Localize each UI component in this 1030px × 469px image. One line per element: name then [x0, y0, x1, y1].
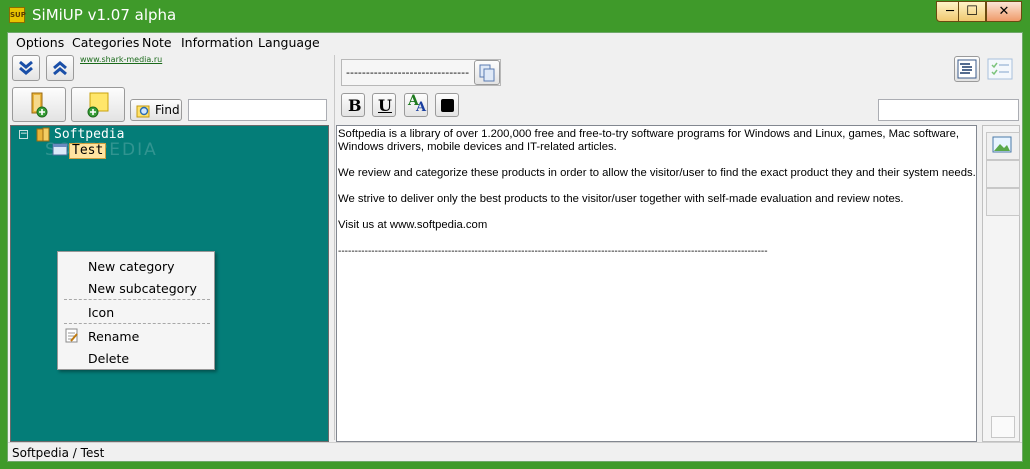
attachment-slot[interactable] [986, 188, 1020, 216]
note-paragraph: We strive to deliver only the best produ… [338, 193, 904, 205]
copy-button[interactable] [474, 60, 500, 85]
font-icon: A [416, 100, 427, 115]
copy-icon [479, 64, 495, 82]
collapse-all-button[interactable] [46, 55, 74, 81]
underline-icon: U [378, 96, 392, 115]
menu-note[interactable]: Note [142, 35, 172, 50]
bold-button[interactable]: B [341, 93, 365, 117]
menu-separator [64, 299, 210, 300]
app-client-area: Options Categories Note Information Lang… [7, 32, 1023, 462]
window-title: SiMiUP v1.07 alpha [32, 6, 177, 24]
menu-categories[interactable]: Categories [72, 35, 139, 50]
font-button[interactable]: A A [404, 93, 428, 117]
note-search-input[interactable] [878, 99, 1019, 121]
menu-information[interactable]: Information [181, 35, 253, 50]
note-paragraph: We review and categorize these products … [338, 167, 976, 179]
note-paragraph: Softpedia is a library of over 1.200,000… [338, 128, 959, 140]
bold-icon: B [348, 96, 362, 115]
note-editor[interactable]: Softpedia is a library of over 1.200,000… [336, 125, 977, 442]
add-category-button[interactable] [12, 87, 66, 122]
category-tree[interactable]: SOFTPEDIA − Softpedia Test New category … [10, 125, 329, 442]
close-button[interactable]: ✕ [986, 1, 1022, 22]
list-view-icon [957, 59, 977, 79]
menu-item-new-category[interactable]: New category [88, 259, 174, 274]
text-color-button[interactable] [435, 93, 459, 117]
website-link[interactable]: www.shark-media.ru [80, 55, 162, 64]
insert-image-button[interactable] [986, 132, 1020, 160]
add-folder-icon [31, 92, 48, 118]
note-paragraph: Windows drivers, mobile devices and IT-r… [338, 141, 617, 153]
find-button[interactable]: Find [130, 99, 182, 121]
menu-item-icon[interactable]: Icon [88, 305, 114, 320]
check-list-icon [987, 58, 1013, 80]
menu-item-delete[interactable]: Delete [88, 351, 129, 366]
image-icon [992, 136, 1012, 153]
status-bar: Softpedia / Test [8, 442, 1022, 462]
menu-bar: Options Categories Note Information Lang… [8, 33, 1022, 53]
note-divider-line: ----------------------------------------… [338, 246, 768, 257]
attachment-panel [982, 125, 1020, 442]
add-note-button[interactable] [71, 87, 125, 122]
context-menu: New category New subcategory Icon Rename… [57, 251, 215, 370]
expand-all-button[interactable] [12, 55, 40, 81]
menu-options[interactable]: Options [16, 35, 64, 50]
collapse-up-icon [53, 61, 67, 76]
folder-icon [36, 127, 50, 142]
find-label: Find [155, 103, 180, 117]
attachment-slot[interactable] [986, 160, 1020, 188]
underline-button[interactable]: U [372, 93, 396, 117]
note-node-icon [52, 143, 68, 156]
app-icon: SUP [9, 7, 26, 23]
menu-item-new-subcategory[interactable]: New subcategory [88, 281, 197, 296]
note-paragraph: Visit us at www.softpedia.com [338, 219, 488, 231]
tree-node-softpedia[interactable]: Softpedia [54, 127, 124, 142]
rename-icon [65, 328, 78, 343]
maximize-button[interactable]: ☐ [958, 1, 986, 22]
panel-splitter[interactable] [334, 55, 335, 440]
title-bar: SUP SiMiUP v1.07 alpha ─ ☐ ✕ [0, 0, 1030, 32]
panel-corner-button[interactable] [991, 416, 1015, 438]
checklist-view-button[interactable] [984, 56, 1016, 82]
tree-expander[interactable]: − [19, 130, 28, 139]
tree-node-test[interactable]: Test [69, 143, 107, 159]
menu-language[interactable]: Language [258, 35, 320, 50]
menu-separator [64, 323, 210, 324]
find-input[interactable] [188, 99, 327, 121]
color-icon [441, 99, 454, 112]
find-icon [136, 105, 150, 118]
add-note-icon [87, 92, 109, 118]
menu-item-rename[interactable]: Rename [88, 329, 139, 344]
expand-down-icon [19, 60, 33, 75]
status-path: Softpedia / Test [12, 446, 105, 460]
list-view-button[interactable] [954, 56, 980, 82]
